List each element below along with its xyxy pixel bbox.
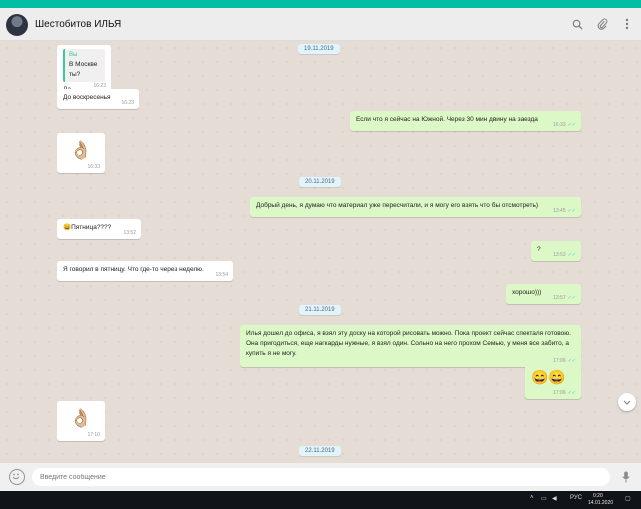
network-icon[interactable]: ▭ [541, 495, 547, 502]
composer-bar [0, 463, 641, 491]
message-bubble[interactable]: ? 13:53 ✓✓ [531, 241, 581, 261]
message-text: Если что я сейчас на Южной. Через 30 мин… [356, 116, 538, 123]
windows-taskbar: ˄ ▭ ◀ РУС 0:20 14.01.2020 ▢ [0, 491, 641, 509]
paperclip-icon[interactable] [593, 15, 611, 33]
search-icon[interactable] [568, 15, 586, 33]
message-bubble[interactable]: 😄Пятница???? 13:52 [57, 219, 141, 239]
message-text: хорошо))) [512, 289, 542, 296]
message-text: ? [537, 246, 541, 253]
message-time: 17:10 [87, 431, 100, 438]
avatar[interactable] [6, 14, 28, 36]
message-time: 13:54 [215, 271, 228, 278]
ok-hand-emoji: 👌🏼 [69, 140, 93, 160]
message-bubble[interactable]: хорошо))) 13:57 ✓✓ [506, 284, 581, 304]
clock-time[interactable]: 0:20 [593, 493, 603, 499]
tray-arrow-icon[interactable]: ˄ [530, 495, 534, 501]
message-time: 13:53 ✓✓ [553, 251, 576, 258]
language-indicator[interactable]: РУС [570, 495, 582, 501]
message-text: Илья дошел до офиса, я взял эту доску на… [246, 330, 571, 357]
quote-text: В Москве ты? [69, 61, 98, 78]
more-vertical-icon[interactable] [618, 15, 636, 33]
ok-hand-emoji: 👌🏼 [69, 408, 93, 428]
message-bubble[interactable]: Я говорил в пятницу. Что где-то через не… [57, 261, 233, 281]
message-bubble-reply[interactable]: Вы В Москве ты? Да 16:23 [57, 45, 111, 93]
volume-icon[interactable]: ◀ [552, 495, 557, 502]
message-bubble-sticker[interactable]: 👌🏼 16:33 [57, 133, 105, 173]
message-bubble-emoji[interactable]: 😄😄 17:06 ✓✓ [525, 363, 581, 399]
message-bubble-sticker[interactable]: 👌🏼 17:10 [57, 401, 105, 441]
message-time: 13:57 ✓✓ [553, 294, 576, 301]
message-list[interactable]: 19.11.2019 Вы В Москве ты? Да 16:23 До в… [0, 41, 641, 463]
quoted-message[interactable]: Вы В Москве ты? [63, 49, 105, 82]
quote-author: Вы [69, 52, 78, 58]
message-bubble[interactable]: Если что я сейчас на Южной. Через 30 мин… [350, 111, 581, 131]
message-time: 17:06 ✓✓ [553, 389, 576, 396]
chevron-down-icon[interactable] [618, 393, 636, 411]
window-accent-strip [0, 0, 641, 8]
message-bubble[interactable]: Добрый день, я думаю что материал уже пе… [250, 197, 581, 217]
message-time: 16:33 [87, 163, 100, 170]
date-separator: 22.11.2019 [299, 446, 341, 456]
message-bubble[interactable]: До воскресенья 16:23 [57, 89, 139, 109]
message-time: 13:52 [123, 229, 136, 236]
message-text: Я говорил в пятницу. Что где-то через не… [63, 266, 204, 273]
date-separator: 21.11.2019 [299, 305, 341, 315]
microphone-icon[interactable] [619, 469, 633, 485]
smiley-emoji: 😄😄 [531, 369, 566, 385]
message-time: 16:23 [121, 99, 134, 106]
message-input[interactable] [32, 468, 610, 486]
notifications-icon[interactable]: ▢ [625, 495, 631, 502]
message-time: 16:33 ✓✓ [553, 121, 576, 128]
smiley-icon[interactable] [9, 469, 25, 485]
contact-name[interactable]: Шестобитов ИЛЬЯ [35, 19, 121, 30]
message-time: 13:45 ✓✓ [553, 207, 576, 214]
message-text: До воскресенья [63, 94, 111, 101]
message-text: Добрый день, я думаю что материал уже пе… [256, 202, 539, 209]
message-bubble[interactable]: Илья дошел до офиса, я взял эту доску на… [240, 325, 581, 367]
date-separator: 20.11.2019 [299, 177, 341, 187]
clock-date[interactable]: 14.01.2020 [588, 500, 613, 506]
chat-header: Шестобитов ИЛЬЯ [0, 8, 641, 41]
message-text: 😄Пятница???? [63, 224, 112, 231]
date-separator: 19.11.2019 [298, 44, 340, 54]
